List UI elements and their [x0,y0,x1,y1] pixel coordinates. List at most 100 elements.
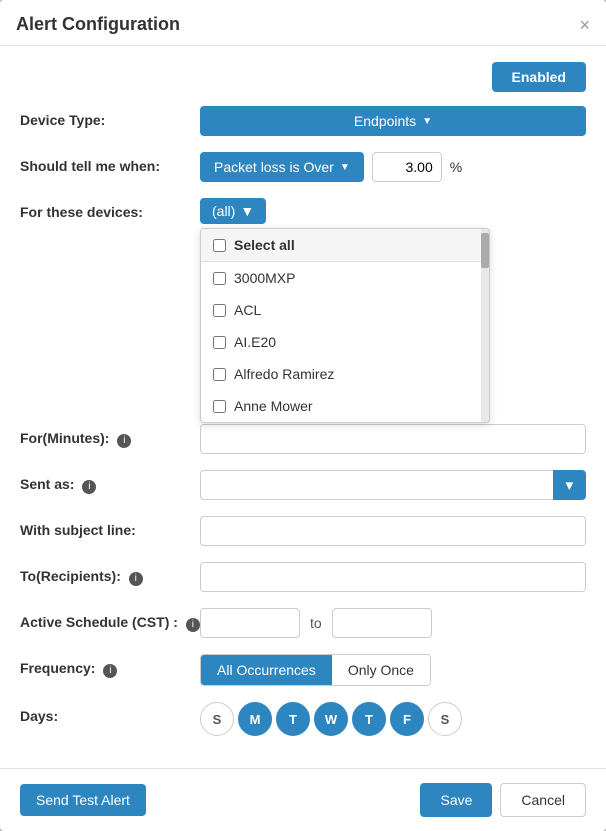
subject-line-label: With subject line: [20,516,200,538]
condition-dropdown[interactable]: Packet loss is Over ▼ [200,152,364,182]
active-schedule-label: Active Schedule (CST) : i [20,608,200,632]
condition-value: Packet loss is Over [214,159,334,175]
time-from-input[interactable]: 00:00 [200,608,300,638]
checkbox-alfredo[interactable] [213,368,226,381]
device-type-row: Device Type: Endpoints ▼ [20,106,586,136]
dropdown-item-aie20[interactable]: AI.E20 [201,326,489,358]
recipients-info-icon[interactable]: i [129,572,143,586]
enabled-row: Enabled [20,62,586,92]
for-devices-label: For these devices: [20,198,200,220]
send-test-alert-button[interactable]: Send Test Alert [20,784,146,816]
subject-line-row: With subject line: [20,516,586,546]
save-button[interactable]: Save [420,783,492,817]
recipients-input[interactable] [200,562,586,592]
item-label: ACL [234,302,261,318]
frequency-toggle-group: All Occurrences Only Once [200,654,431,686]
day-tuesday[interactable]: T [276,702,310,736]
days-label: Days: [20,702,200,724]
subject-line-input[interactable] [200,516,586,546]
days-row: Days: S M T W T F S [20,702,586,736]
for-devices-row: For these devices: (all) ▼ Select all 30… [20,198,586,224]
for-devices-control: (all) ▼ Select all 3000MXP ACL [200,198,586,224]
dropdown-item-alfredo[interactable]: Alfredo Ramirez [201,358,489,390]
scrollbar-thumb [481,233,489,268]
percent-symbol: % [450,159,462,175]
dropdown-item-acl[interactable]: ACL [201,294,489,326]
day-saturday[interactable]: S [428,702,462,736]
item-label: 3000MXP [234,270,295,286]
should-tell-control: Packet loss is Over ▼ % [200,152,586,182]
day-monday[interactable]: M [238,702,272,736]
checkbox-aie20[interactable] [213,336,226,349]
should-tell-row: Should tell me when: Packet loss is Over… [20,152,586,182]
for-minutes-row: For(Minutes): i [20,424,586,454]
day-wednesday[interactable]: W [314,702,348,736]
frequency-control: All Occurrences Only Once [200,654,586,686]
modal-container: Alert Configuration × Enabled Device Typ… [0,0,606,831]
day-thursday[interactable]: T [352,702,386,736]
threshold-input[interactable] [372,152,442,182]
all-occurrences-button[interactable]: All Occurrences [201,655,332,685]
recipients-row: To(Recipients): i [20,562,586,592]
time-separator: to [310,615,322,631]
select-all-item[interactable]: Select all [201,229,489,262]
subject-line-control [200,516,586,546]
for-devices-value: (all) [212,203,235,219]
item-label: Anne Mower [234,398,313,414]
cancel-button[interactable]: Cancel [500,783,586,817]
dropdown-item-3000mxp[interactable]: 3000MXP [201,262,489,294]
footer-right-buttons: Save Cancel [420,783,586,817]
modal-header: Alert Configuration × [0,0,606,46]
for-minutes-label: For(Minutes): i [20,424,200,448]
days-toggle-group: S M T W T F S [200,702,462,736]
device-type-value: Endpoints [354,113,416,129]
recipients-control [200,562,586,592]
schedule-info-icon[interactable]: i [186,618,200,632]
item-label: AI.E20 [234,334,276,350]
days-control: S M T W T F S [200,702,586,736]
devices-dropdown-menu: Select all 3000MXP ACL AI.E20 [200,228,490,423]
sent-as-label: Sent as: i [20,470,200,494]
item-label: Alfredo Ramirez [234,366,334,382]
sent-as-control: ▼ [200,470,586,500]
sent-as-input[interactable] [200,470,554,500]
frequency-label: Frequency: i [20,654,200,678]
sent-as-arrow-icon: ▼ [563,478,576,493]
modal-title: Alert Configuration [16,14,180,35]
dropdown-arrow-icon: ▼ [422,116,432,127]
checkbox-anne[interactable] [213,400,226,413]
for-minutes-info-icon[interactable]: i [117,434,131,448]
checkbox-acl[interactable] [213,304,226,317]
dropdown-item-anne[interactable]: Anne Mower [201,390,489,422]
select-all-checkbox[interactable] [213,239,226,252]
for-minutes-control [200,424,586,454]
dropdown-scrollbar [481,229,489,422]
day-sunday[interactable]: S [200,702,234,736]
enabled-button[interactable]: Enabled [492,62,586,92]
active-schedule-row: Active Schedule (CST) : i 00:00 to 23:59 [20,608,586,638]
recipients-label: To(Recipients): i [20,562,200,586]
device-type-dropdown[interactable]: Endpoints ▼ [200,106,586,136]
frequency-row: Frequency: i All Occurrences Only Once [20,654,586,686]
time-range: 00:00 to 23:59 [200,608,432,638]
time-to-input[interactable]: 23:59 [332,608,432,638]
sent-as-info-icon[interactable]: i [82,480,96,494]
select-all-label: Select all [234,237,295,253]
frequency-info-icon[interactable]: i [103,664,117,678]
sent-as-input-group: ▼ [200,470,586,500]
active-schedule-control: 00:00 to 23:59 [200,608,586,638]
only-once-button[interactable]: Only Once [332,655,430,685]
modal-body: Enabled Device Type: Endpoints ▼ Should … [0,46,606,768]
sent-as-row: Sent as: i ▼ [20,470,586,500]
for-minutes-input[interactable] [200,424,586,454]
sent-as-dropdown-btn[interactable]: ▼ [553,470,586,500]
modal-footer: Send Test Alert Save Cancel [0,768,606,831]
checkbox-3000mxp[interactable] [213,272,226,285]
close-button[interactable]: × [579,16,590,34]
device-type-control: Endpoints ▼ [200,106,586,136]
for-devices-dropdown[interactable]: (all) ▼ [200,198,266,224]
day-friday[interactable]: F [390,702,424,736]
devices-arrow-icon: ▼ [240,203,254,219]
should-tell-label: Should tell me when: [20,152,200,174]
device-type-label: Device Type: [20,106,200,128]
